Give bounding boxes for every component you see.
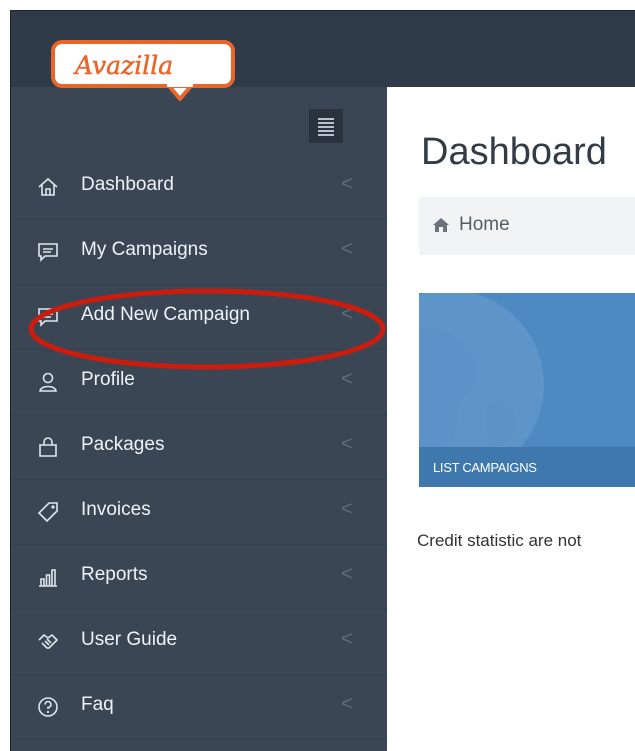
sidebar-item-invoices[interactable]: Invoices < (11, 480, 387, 545)
credit-statistic-text: Credit statistic are not (417, 531, 582, 550)
chevron-left-icon: < (341, 693, 353, 715)
question-circle-icon (37, 696, 59, 718)
comment-icon (37, 241, 59, 263)
sidebar-item-my-campaigns[interactable]: My Campaigns < (11, 220, 387, 285)
chevron-left-icon: < (341, 563, 353, 585)
bag-icon (37, 436, 59, 458)
logo-badge: Avazilla (51, 40, 235, 101)
list-campaigns-tile[interactable]: LIST CAMPAIGNS (419, 293, 635, 487)
sidebar-item-label: Faq (81, 694, 114, 715)
sidebar-item-label: Invoices (81, 499, 151, 520)
tag-icon (37, 501, 59, 523)
chevron-left-icon: < (341, 173, 353, 195)
sidebar-toggle-button[interactable] (309, 109, 343, 143)
chevron-left-icon: < (341, 433, 353, 455)
sidebar-item-user-guide[interactable]: User Guide < (11, 610, 387, 675)
sidebar-item-reports[interactable]: Reports < (11, 545, 387, 610)
home-icon (37, 176, 59, 198)
user-icon (37, 371, 59, 393)
sidebar-item-label: My Campaigns (81, 239, 208, 260)
sidebar-nav: Dashboard < My Campaigns < Add New Campa… (11, 155, 387, 740)
tile-label: LIST CAMPAIGNS (433, 460, 537, 475)
sidebar-item-label: Reports (81, 564, 148, 585)
chevron-left-icon: < (341, 498, 353, 520)
main-content: Dashboard Home LIST CAMPAIGNS Credit sta… (387, 87, 635, 751)
home-icon (432, 216, 450, 234)
svg-text:Avazilla: Avazilla (73, 51, 173, 80)
hamburger-icon (318, 118, 334, 120)
page-title: Dashboard (421, 131, 607, 173)
brand-logo[interactable]: Avazilla (49, 39, 239, 101)
bar-chart-icon (37, 566, 59, 588)
sidebar-item-label: Dashboard (81, 174, 174, 195)
globe-icon (419, 293, 544, 447)
chevron-left-icon: < (341, 628, 353, 650)
breadcrumb: Home (419, 197, 635, 255)
sidebar-item-label: User Guide (81, 629, 178, 650)
chevron-left-icon: < (341, 238, 353, 260)
app-window: Avazilla Dashboard < My Campaigns < Add … (10, 10, 635, 751)
sidebar-item-packages[interactable]: Packages < (11, 415, 387, 480)
sidebar-item-dashboard[interactable]: Dashboard < (11, 155, 387, 220)
sidebar-item-faq[interactable]: Faq < (11, 675, 387, 740)
tile-footer: LIST CAMPAIGNS (419, 447, 635, 487)
breadcrumb-home-link[interactable]: Home (459, 214, 510, 236)
sidebar-item-label: Packages (81, 434, 165, 455)
handshake-icon (37, 631, 59, 653)
annotation-ellipse (28, 288, 386, 370)
